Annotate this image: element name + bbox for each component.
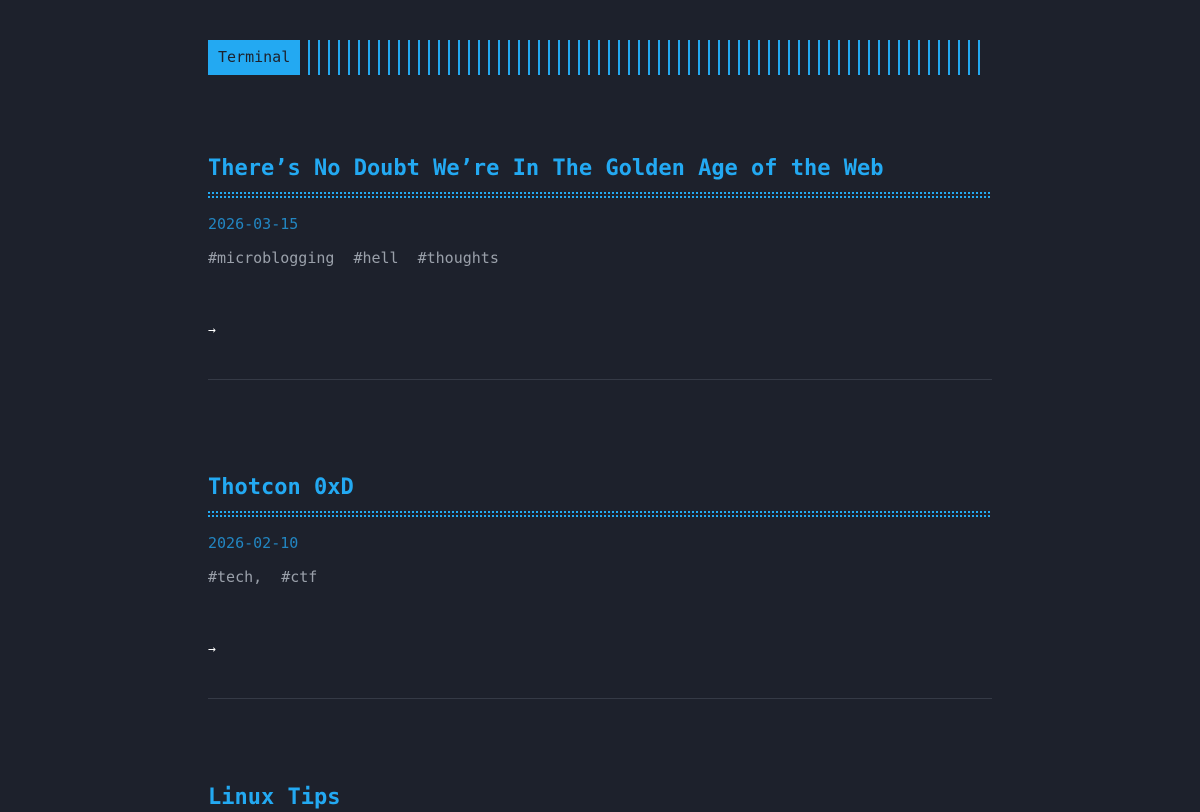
- post-divider: [208, 698, 992, 699]
- post-tags: #tech, #ctf: [208, 567, 317, 587]
- post-title-link[interactable]: There’s No Doubt We’re In The Golden Age…: [208, 155, 992, 183]
- post-item: There’s No Doubt We’re In The Golden Age…: [208, 155, 992, 380]
- tag-link[interactable]: #tech,: [208, 567, 262, 587]
- tag-link[interactable]: #microblogging: [208, 248, 334, 268]
- site-logo[interactable]: Terminal: [208, 40, 301, 75]
- post-tags: #microblogging #hell #thoughts: [208, 248, 499, 268]
- post-title-link[interactable]: Linux Tips: [208, 784, 992, 812]
- title-underline: [208, 192, 992, 198]
- tag-link[interactable]: #ctf: [281, 567, 317, 587]
- title-underline: [208, 511, 992, 517]
- logo-decoration: [308, 40, 983, 75]
- post-divider: [208, 379, 992, 380]
- tag-link[interactable]: #thoughts: [418, 248, 499, 268]
- post-item: Linux Tips: [208, 784, 992, 812]
- post-date: 2026-03-15: [208, 215, 299, 233]
- post-date: 2026-02-10: [208, 534, 299, 552]
- read-more-arrow-icon[interactable]: →: [208, 642, 216, 658]
- post-item: Thotcon 0xD 2026-02-10 #tech, #ctf →: [208, 474, 992, 699]
- post-title-link[interactable]: Thotcon 0xD: [208, 474, 992, 502]
- tag-link[interactable]: #hell: [353, 248, 398, 268]
- read-more-arrow-icon[interactable]: →: [208, 323, 216, 339]
- site-header: Terminal: [208, 40, 992, 75]
